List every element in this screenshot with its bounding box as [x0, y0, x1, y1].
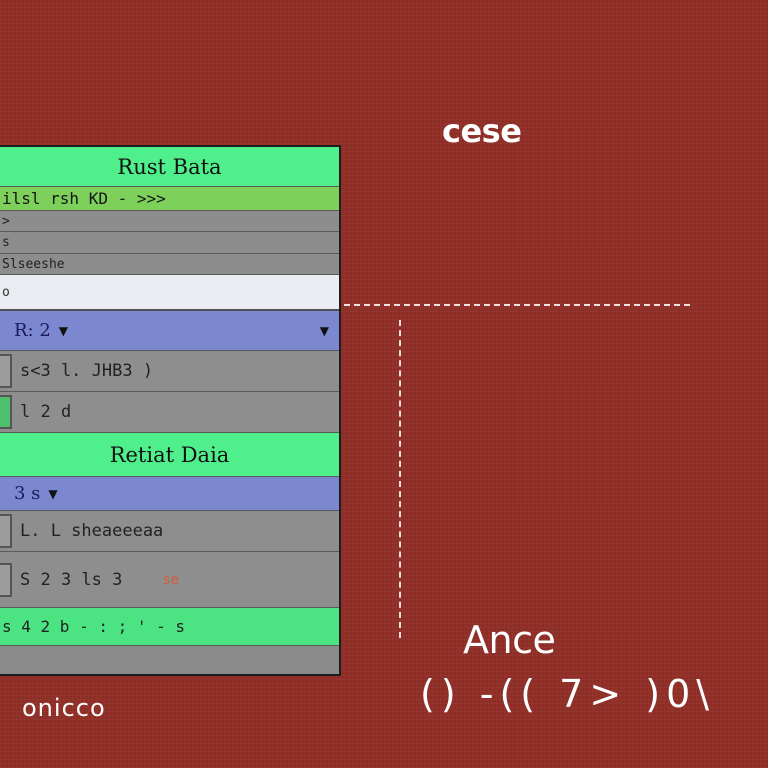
chevron-down-icon[interactable]: ▼	[320, 324, 329, 338]
section-title: Retiat Daia	[0, 433, 339, 477]
panel-footer: s 4 2 b - : ; ' - s	[0, 608, 339, 646]
data-panel: Rust Bata ilsl rsh KD - >>> > s Slseeshe…	[0, 145, 341, 676]
dashed-guide-vertical	[399, 320, 401, 638]
row-text: L. L sheaeeeaa	[20, 521, 164, 541]
dropdown-secondary[interactable]: 3 s ▼	[0, 477, 339, 511]
list-item[interactable]: Slseeshe	[0, 254, 339, 275]
heading-bottom: Ance	[463, 618, 556, 662]
dropdown-primary[interactable]: R: 2 ▼ ▼	[0, 311, 339, 351]
dropdown-secondary-value: 3 s	[14, 483, 41, 504]
table-row[interactable]: s<3 l. JHB3 )	[0, 351, 339, 392]
row-icon	[0, 562, 12, 597]
row-text: S 2 3 ls 3	[20, 569, 123, 590]
chevron-down-icon[interactable]: ▼	[48, 487, 57, 501]
row-icon	[0, 395, 12, 429]
panel-title: Rust Bata	[0, 147, 339, 187]
row-icon	[0, 354, 12, 388]
list-item[interactable]: >	[0, 211, 339, 232]
table-row[interactable]: L. L sheaeeeaa	[0, 511, 339, 552]
row-text: l 2 d	[20, 402, 72, 422]
panel-subheader: ilsl rsh KD - >>>	[0, 187, 339, 211]
row-tag: se	[162, 571, 180, 588]
chevron-down-icon: ▼	[58, 323, 69, 338]
dropdown-primary-value: R: 2	[14, 320, 51, 341]
row-icon	[0, 514, 12, 548]
row-text: s<3 l. JHB3 )	[20, 361, 154, 381]
glyph-row: () -(( 7> )0\	[420, 672, 716, 716]
table-row[interactable]: S 2 3 ls 3 se	[0, 552, 339, 608]
dashed-guide-horizontal	[344, 304, 690, 306]
caption: onicco	[22, 694, 106, 722]
list-item[interactable]: s	[0, 232, 339, 254]
table-row[interactable]: l 2 d	[0, 392, 339, 433]
heading-top: cese	[442, 112, 522, 150]
search-input[interactable]: o	[0, 275, 339, 311]
